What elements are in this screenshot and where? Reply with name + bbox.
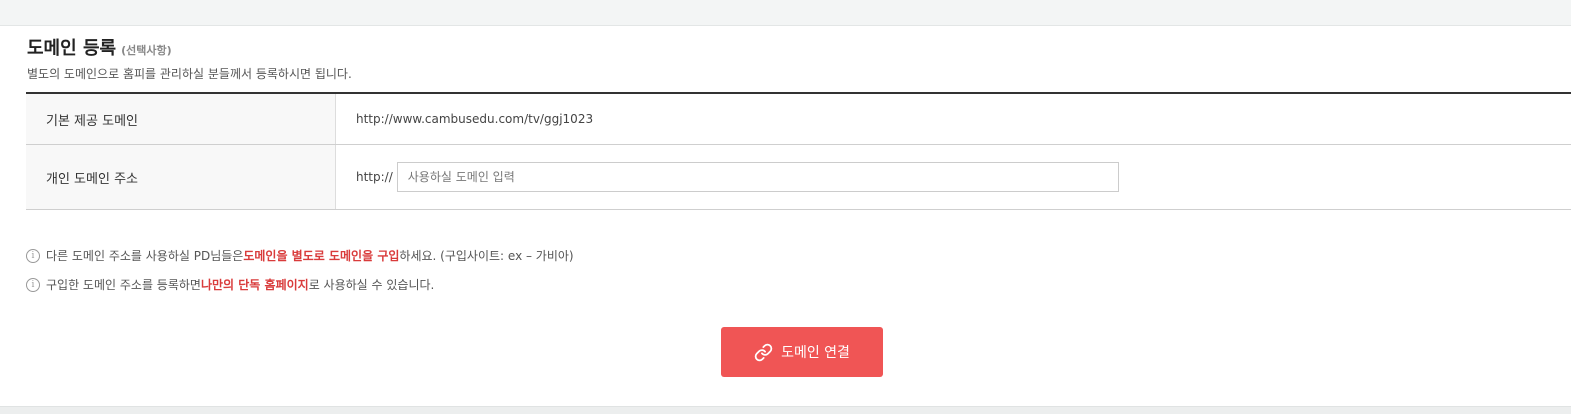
domain-prefix: http:// bbox=[356, 170, 393, 184]
notice-buy-domain: i 다른 도메인 주소를 사용하실 PD님들은 도메인을 별도로 도메인을 구입… bbox=[26, 247, 574, 264]
default-domain-label: 기본 제공 도메인 bbox=[26, 94, 336, 144]
notice-own-homepage: i 구입한 도메인 주소를 등록하면 나만의 단독 홈페이지 로 사용하실 수 … bbox=[26, 276, 434, 293]
section-title: 도메인 등록 (선택사항) bbox=[27, 34, 172, 60]
personal-domain-label: 개인 도메인 주소 bbox=[26, 145, 336, 209]
section-title-text: 도메인 등록 bbox=[27, 38, 117, 59]
domain-input[interactable] bbox=[396, 162, 1119, 192]
section-description: 별도의 도메인으로 홈피를 관리하실 분들께서 등록하시면 됩니다. bbox=[27, 67, 352, 81]
default-domain-value: http://www.cambusedu.com/tv/ggj1023 bbox=[356, 112, 594, 126]
top-strip bbox=[0, 0, 1571, 26]
link-icon bbox=[754, 343, 773, 362]
notice-text-after: 로 사용하실 수 있습니다. bbox=[308, 278, 435, 292]
section-title-note: (선택사항) bbox=[121, 44, 172, 57]
notice-highlight: 도메인을 별도로 도메인을 구입 bbox=[243, 249, 400, 263]
info-circle-icon: i bbox=[26, 277, 40, 292]
table-row-default-domain: 기본 제공 도메인 http://www.cambusedu.com/tv/gg… bbox=[26, 94, 1571, 145]
notice-text-after: 하세요. (구입사이트: ex – 가비아) bbox=[399, 249, 574, 263]
table-row-personal-domain: 개인 도메인 주소 http:// bbox=[26, 145, 1571, 210]
connect-domain-button[interactable]: 도메인 연결 bbox=[721, 327, 883, 377]
connect-domain-button-label: 도메인 연결 bbox=[781, 345, 850, 361]
notice-text-before: 구입한 도메인 주소를 등록하면 bbox=[46, 278, 201, 292]
personal-domain-cell: http:// bbox=[336, 145, 1571, 209]
info-circle-icon: i bbox=[26, 248, 40, 263]
notice-highlight: 나만의 단독 홈페이지 bbox=[200, 278, 309, 292]
notice-text-before: 다른 도메인 주소를 사용하실 PD님들은 bbox=[46, 249, 244, 263]
domain-table: 기본 제공 도메인 http://www.cambusedu.com/tv/gg… bbox=[26, 92, 1571, 210]
